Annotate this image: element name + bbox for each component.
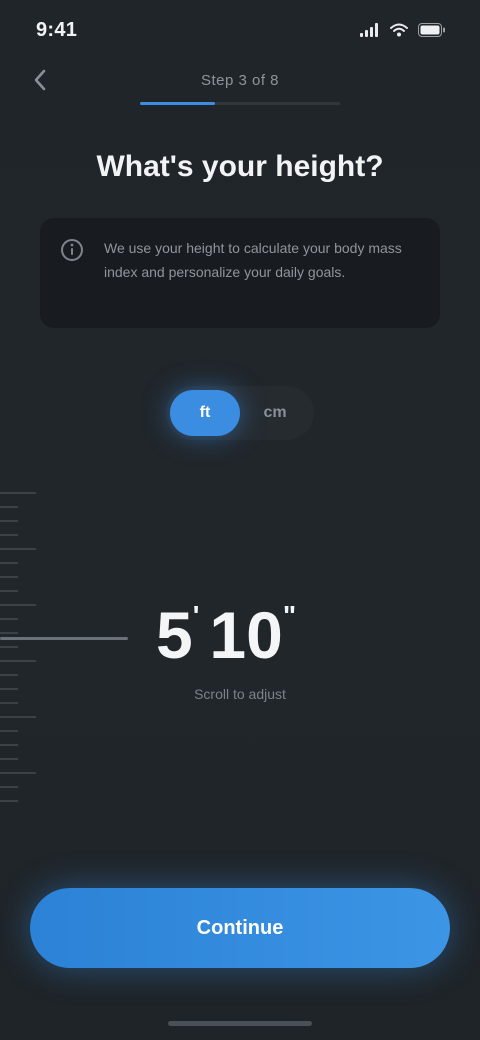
- ruler-tick: [0, 786, 18, 788]
- wifi-icon: [390, 23, 408, 37]
- unit-option-ft[interactable]: ft: [170, 390, 240, 436]
- inches-unit: ": [282, 600, 297, 631]
- header: Step 3 of 8: [0, 60, 480, 105]
- ruler-tick: [0, 506, 18, 508]
- progress-bar-fill: [140, 102, 215, 105]
- ruler-tick: [0, 772, 36, 774]
- ruler-tick: [0, 590, 18, 592]
- page-title: What's your height?: [96, 150, 384, 183]
- unit-option-cm[interactable]: cm: [240, 390, 310, 436]
- status-time: 9:41: [36, 18, 78, 41]
- info-card: We use your height to calculate your bod…: [40, 218, 440, 328]
- progress-bar: [140, 102, 340, 105]
- info-icon: [60, 238, 84, 262]
- inches-value: 10: [209, 598, 283, 672]
- signal-icon: [360, 23, 380, 37]
- ruler-tick: [0, 534, 18, 536]
- ruler-tick: [0, 716, 36, 718]
- feet-unit: ': [192, 600, 200, 631]
- info-text: We use your height to calculate your bod…: [104, 240, 402, 280]
- ruler-tick: [0, 730, 18, 732]
- home-indicator: [168, 1021, 312, 1026]
- ruler-tick: [0, 800, 18, 802]
- picker-caption: Scroll to adjust: [194, 686, 286, 702]
- ruler-tick: [0, 576, 18, 578]
- height-picker[interactable]: 5 ' 10 " Scroll to adjust: [0, 480, 480, 810]
- ruler-tick: [0, 660, 36, 662]
- ruler-tick: [0, 758, 18, 760]
- height-ruler[interactable]: [0, 480, 48, 810]
- ruler-tick: [0, 492, 36, 494]
- height-value: 5 ' 10 ": [156, 598, 297, 672]
- ruler-tick: [0, 702, 18, 704]
- step-label: Step 3 of 8: [200, 72, 280, 89]
- continue-button[interactable]: Continue: [30, 888, 450, 968]
- ruler-tick: [0, 520, 18, 522]
- ruler-pointer: [0, 637, 128, 640]
- height-onboarding-screen: 9:41 Step 3 of 8 What's your height? We …: [0, 0, 480, 1040]
- feet-group: 5 ': [156, 598, 200, 672]
- ruler-tick: [0, 744, 18, 746]
- ruler-tick: [0, 604, 36, 606]
- battery-icon: [418, 23, 446, 37]
- status-bar: 9:41: [0, 0, 480, 60]
- status-icons: [360, 23, 446, 37]
- ruler-tick: [0, 674, 18, 676]
- ruler-tick: [0, 562, 18, 564]
- feet-value: 5: [156, 598, 193, 672]
- ruler-tick: [0, 548, 36, 550]
- ruler-tick: [0, 618, 18, 620]
- unit-toggle: ft cm: [166, 386, 314, 440]
- inches-group: 10 ": [209, 598, 297, 672]
- ruler-tick: [0, 632, 18, 634]
- ruler-tick: [0, 646, 18, 648]
